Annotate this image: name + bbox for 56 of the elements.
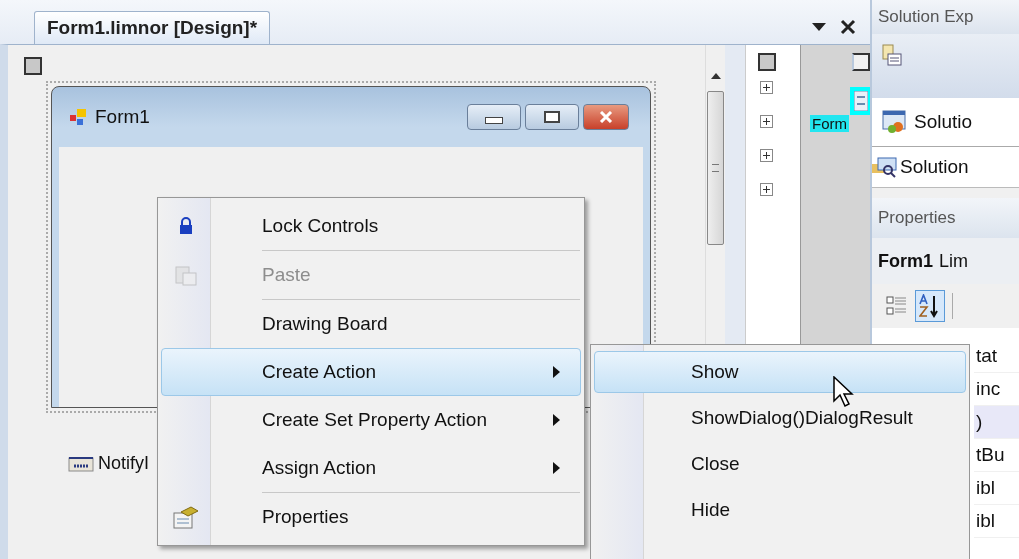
- close-icon: [599, 111, 613, 123]
- close-button[interactable]: [583, 104, 629, 130]
- plus-icon: [761, 82, 772, 93]
- property-name[interactable]: tat: [974, 340, 1019, 373]
- expand-toggle[interactable]: [760, 183, 773, 196]
- menu-item[interactable]: Show: [594, 351, 966, 393]
- document-tab[interactable]: Form1.limnor [Design]*: [34, 11, 271, 44]
- expand-toggle[interactable]: [760, 115, 773, 128]
- menu-item[interactable]: Lock Controls: [161, 202, 581, 250]
- tree-item[interactable]: Solutio: [914, 111, 973, 133]
- menu-item[interactable]: Close: [594, 443, 966, 485]
- menu-item[interactable]: Hide: [594, 489, 966, 531]
- dropdown-arrow-icon[interactable]: [812, 23, 826, 31]
- plus-icon: [761, 150, 772, 161]
- grab-handle[interactable]: [852, 53, 870, 71]
- menu-item[interactable]: Create Set Property Action: [161, 396, 581, 444]
- plus-icon: [761, 184, 772, 195]
- clipboard-icon: [175, 264, 197, 286]
- solution-icon: [882, 110, 908, 134]
- scroll-up-icon[interactable]: [710, 73, 721, 79]
- menu-item[interactable]: Create Action: [161, 348, 581, 396]
- menu-item[interactable]: Assign Action: [161, 444, 581, 492]
- property-name[interactable]: ): [974, 406, 1019, 439]
- scroll-thumb[interactable]: [707, 91, 724, 245]
- solution-explorer-tab[interactable]: Solution: [872, 147, 1019, 188]
- sort-alphabetical-button[interactable]: [915, 290, 945, 322]
- property-name[interactable]: ibl: [974, 472, 1019, 505]
- property-name[interactable]: tBu: [974, 439, 1019, 472]
- menu-item[interactable]: Properties: [161, 493, 581, 541]
- categorized-icon: [886, 294, 908, 318]
- form-icon: [69, 108, 87, 126]
- expand-toggle[interactable]: [760, 81, 773, 94]
- object-type: Lim: [939, 250, 969, 272]
- maximize-button[interactable]: [525, 104, 579, 130]
- properties-icon[interactable]: [882, 44, 902, 66]
- object-name: Form1: [878, 250, 933, 272]
- menu-item[interactable]: Drawing Board: [161, 300, 581, 348]
- menu-item[interactable]: ShowDialog()DialogResult: [594, 397, 966, 439]
- mouse-cursor-icon: [833, 376, 855, 408]
- properties-icon: [173, 505, 199, 529]
- plus-icon: [761, 116, 772, 127]
- solution-explorer-icon: [872, 156, 898, 178]
- panel-title: Properties: [872, 198, 1019, 238]
- sort-az-icon: [919, 294, 941, 318]
- panel-title: Solution Exp: [872, 0, 1019, 34]
- form-title: Form1: [95, 106, 150, 128]
- lock-icon: [179, 217, 193, 235]
- tray-component[interactable]: NotifyI: [68, 453, 149, 474]
- close-icon[interactable]: [840, 19, 856, 35]
- tray-icon: [68, 454, 94, 473]
- expand-toggle[interactable]: [760, 149, 773, 162]
- component-label[interactable]: Form: [810, 115, 849, 132]
- grab-handle[interactable]: [24, 57, 42, 75]
- property-name[interactable]: ibl: [974, 505, 1019, 538]
- minimize-button[interactable]: [467, 104, 521, 130]
- grab-handle[interactable]: [758, 53, 776, 71]
